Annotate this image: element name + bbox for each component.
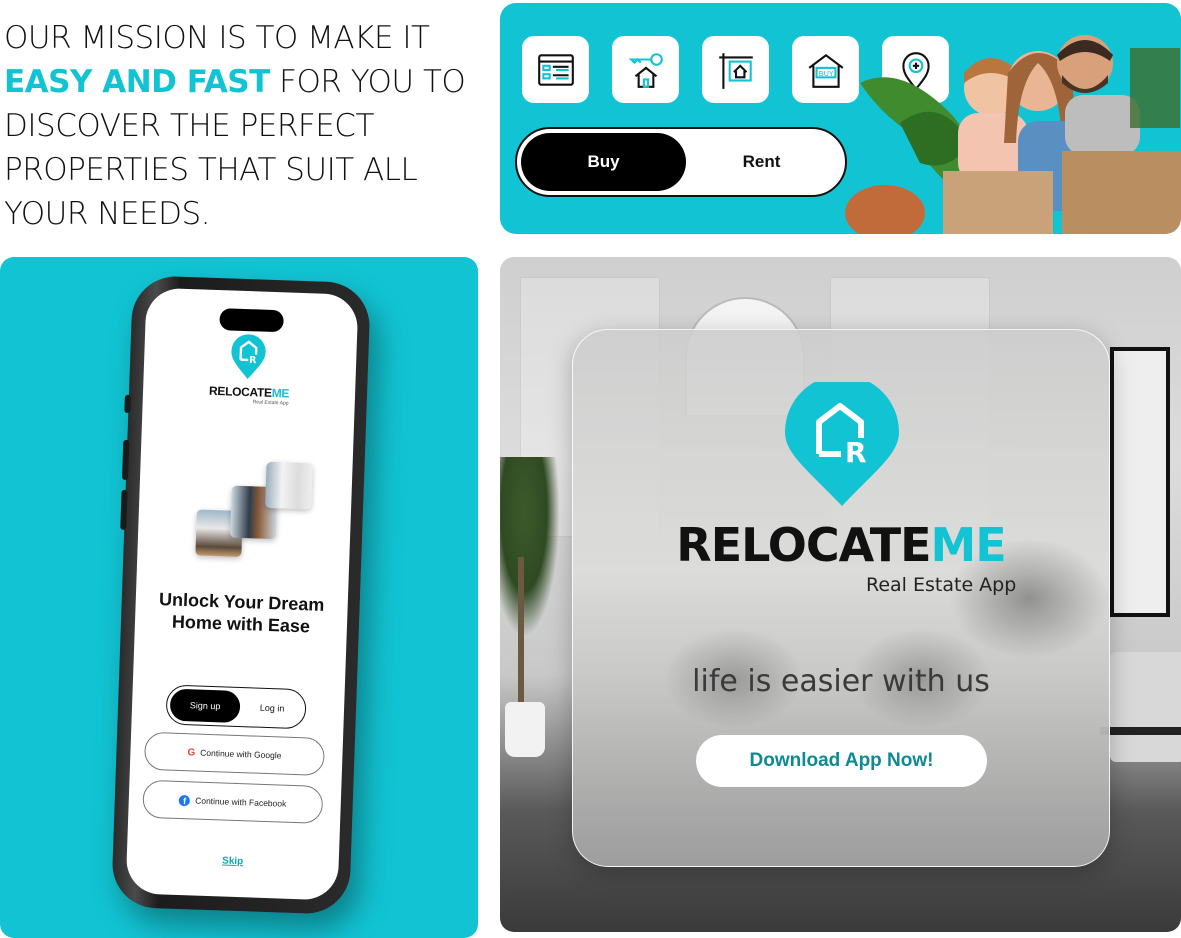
sofa — [1110, 652, 1181, 762]
dynamic-island — [219, 308, 284, 333]
house-key-tile[interactable] — [612, 36, 679, 103]
continue-facebook-button[interactable]: f Continue with Facebook — [142, 779, 324, 824]
buy-option[interactable]: Buy — [521, 133, 686, 191]
mission-highlight: EASY AND FAST — [4, 64, 270, 100]
relocateme-logo-icon: R — [785, 382, 899, 506]
promo-brand-name: RELOCATEME — [676, 518, 1006, 572]
mission-prefix: OUR MISSION IS TO MAKE IT — [4, 20, 430, 56]
property-thumb-modern — [265, 461, 313, 510]
promo-brand-subtitle: Real Estate App — [866, 574, 1017, 596]
continue-google-button[interactable]: G Continue with Google — [143, 731, 326, 776]
signup-option[interactable]: Sign up — [169, 688, 241, 724]
phone-brand-subtitle: Real Estate App — [252, 399, 289, 407]
father-body — [1065, 95, 1140, 155]
listing-icon — [537, 53, 574, 86]
promo-tagline: life is easier with us — [692, 664, 990, 699]
wall-art-frame — [1110, 347, 1170, 617]
phone-silent-switch — [124, 394, 131, 414]
rent-option[interactable]: Rent — [679, 133, 844, 191]
moving-box-large — [1062, 151, 1181, 234]
facebook-icon: f — [179, 794, 191, 806]
family-moving-photo — [845, 35, 1181, 234]
google-icon: G — [187, 746, 196, 758]
phone-device: R RELOCATEME Real Estate App Unlock Your… — [111, 275, 371, 915]
listing-tile[interactable] — [522, 36, 589, 103]
relocateme-logo-icon: R — [231, 334, 266, 379]
svg-text:R: R — [845, 436, 867, 469]
white-vase — [505, 702, 545, 757]
phone-screen: R RELOCATEME Real Estate App Unlock Your… — [125, 287, 359, 901]
frosted-glass-card: R RELOCATEME Real Estate App life is eas… — [572, 329, 1110, 867]
plant-trunk — [518, 557, 524, 717]
phone-mockup-panel: R RELOCATEME Real Estate App Unlock Your… — [0, 257, 478, 938]
phone-headline: Unlock Your Dream Home with Ease — [158, 589, 325, 637]
indoor-plant — [500, 457, 560, 637]
buy-rent-toggle: Buy Rent — [515, 127, 847, 197]
house-key-icon — [628, 52, 663, 88]
plant-pot — [845, 185, 925, 234]
house-sign-tile[interactable] — [702, 36, 769, 103]
login-option[interactable]: Log in — [237, 691, 308, 725]
feature-banner: BUY Buy Rent — [500, 3, 1181, 234]
promo-panel: R RELOCATEME Real Estate App life is eas… — [500, 257, 1181, 932]
svg-text:R: R — [249, 355, 257, 366]
moving-box — [943, 171, 1053, 234]
phone-brand-name: RELOCATEME — [208, 383, 290, 401]
coffee-table — [1100, 727, 1181, 735]
svg-text:BUY: BUY — [818, 68, 833, 77]
skip-link[interactable]: Skip — [127, 852, 339, 870]
phone-volume-down — [120, 489, 128, 530]
house-sign-icon — [718, 52, 753, 89]
signup-login-toggle: Sign up Log in — [165, 684, 308, 730]
download-app-button[interactable]: Download App Now! — [696, 735, 987, 787]
phone-volume-up — [121, 439, 130, 480]
mission-statement: OUR MISSION IS TO MAKE IT EASY AND FAST … — [4, 16, 494, 236]
